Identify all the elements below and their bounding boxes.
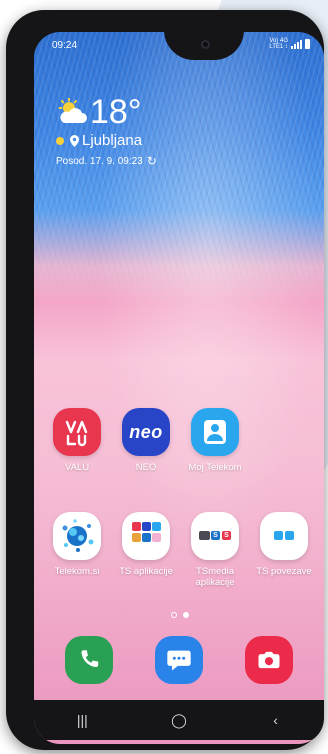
folder-icon: S S (191, 512, 239, 560)
location-pin-icon (70, 134, 79, 147)
app-label-valu: VALÚ (64, 462, 90, 473)
status-icons: Vo) 4G LTE1 ↕ (269, 38, 310, 50)
partly-cloudy-icon (58, 98, 87, 123)
home-button[interactable]: ◯ (159, 712, 199, 729)
app-valu[interactable]: VALÚ (41, 408, 113, 473)
app-label-moj-telekom: Moj Telekom (188, 462, 242, 473)
app-moj-telekom[interactable]: Moj Telekom (179, 408, 251, 473)
page-dot-1[interactable] (171, 612, 177, 618)
page-indicator (171, 612, 189, 618)
app-neo[interactable]: neo NEO (110, 408, 182, 473)
signal-strength-icon (291, 39, 302, 49)
phone-icon[interactable] (65, 636, 113, 684)
neo-logo-text: neo (129, 421, 163, 442)
back-button[interactable]: ‹ (256, 712, 296, 728)
status-time: 09:24 (52, 40, 78, 51)
home-screen: 09:24 Vo) 4G LTE1 ↕ 18° Ljubljana Posod.… (34, 32, 324, 744)
folder-ts-aplikacije[interactable]: TS aplikacije (110, 512, 182, 577)
app-label-ts-aplikacije: TS aplikacije (119, 566, 173, 577)
app-label-telekom-si: Telekom.si (54, 566, 100, 577)
folder-tsmedia-aplikacije[interactable]: S S TSmedia aplikacije (179, 512, 251, 588)
person-icon (191, 408, 239, 456)
camera-icon[interactable] (245, 636, 293, 684)
network-bottom-text: LTE1 ↕ (269, 44, 288, 50)
telekom-si-logo-icon (53, 512, 101, 560)
valu-logo-icon (53, 408, 101, 456)
recents-button[interactable]: ||| (62, 712, 102, 728)
refresh-icon[interactable]: ↻ (147, 154, 157, 168)
app-label-neo: NEO (135, 462, 157, 473)
sun-icon (56, 136, 64, 145)
app-label-tsmedia-aplikacije: TSmedia aplikacije (195, 566, 235, 588)
folder-mini-badge-1: S (211, 531, 220, 540)
temperature: 18° (90, 93, 142, 131)
update-time: Posod. 17. 9. 09:23 (56, 155, 143, 167)
folder-ts-povezave[interactable]: TS povezave (248, 512, 320, 577)
neo-logo-icon: neo (122, 408, 170, 456)
city-name: Ljubljana (82, 132, 143, 149)
front-camera-icon (201, 40, 210, 49)
app-label-ts-povezave: TS povezave (256, 566, 312, 577)
folder-icon (122, 512, 170, 560)
weather-widget[interactable]: 18° Ljubljana Posod. 17. 9. 09:23 ↻ (56, 94, 157, 168)
page-dot-2[interactable] (183, 612, 189, 618)
battery-icon (305, 39, 310, 49)
phone-frame: 09:24 Vo) 4G LTE1 ↕ 18° Ljubljana Posod.… (6, 10, 324, 750)
folder-icon (260, 512, 308, 560)
navigation-bar: ||| ◯ ‹ (34, 700, 324, 740)
folder-mini-badge-2: S (222, 531, 231, 540)
network-indicator: Vo) 4G LTE1 ↕ (269, 38, 288, 50)
app-telekom-si[interactable]: Telekom.si (41, 512, 113, 577)
message-icon[interactable] (155, 636, 203, 684)
